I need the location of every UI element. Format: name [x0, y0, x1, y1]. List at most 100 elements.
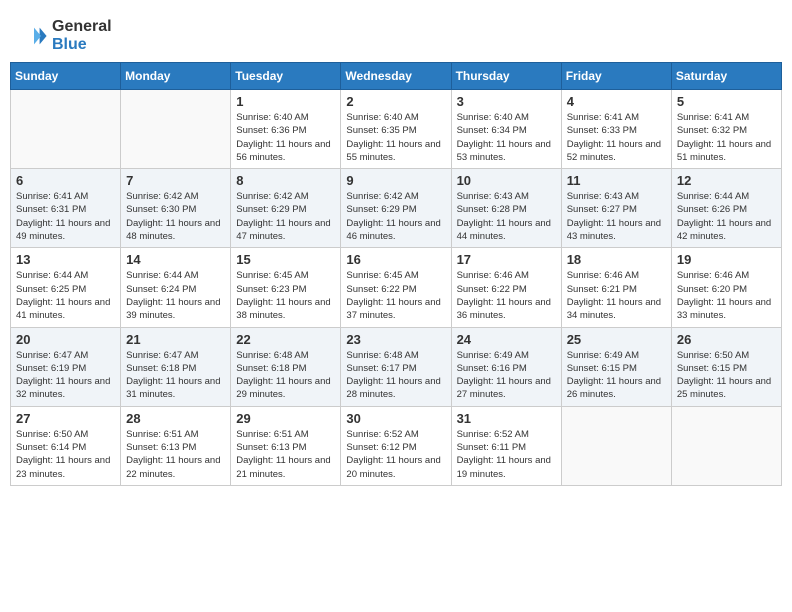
day-number: 17: [457, 252, 556, 267]
day-detail: Sunrise: 6:49 AMSunset: 6:15 PMDaylight:…: [567, 349, 666, 402]
calendar-cell: 6 Sunrise: 6:41 AMSunset: 6:31 PMDaylight…: [11, 169, 121, 248]
calendar-cell: 5 Sunrise: 6:41 AMSunset: 6:32 PMDaylight…: [671, 90, 781, 169]
day-number: 10: [457, 173, 556, 188]
calendar-week-row: 20 Sunrise: 6:47 AMSunset: 6:19 PMDayligh…: [11, 327, 782, 406]
day-detail: Sunrise: 6:40 AMSunset: 6:36 PMDaylight:…: [236, 111, 335, 164]
day-number: 2: [346, 94, 445, 109]
calendar-cell: 23 Sunrise: 6:48 AMSunset: 6:17 PMDayligh…: [341, 327, 451, 406]
calendar-week-row: 13 Sunrise: 6:44 AMSunset: 6:25 PMDayligh…: [11, 248, 782, 327]
day-number: 20: [16, 332, 115, 347]
day-detail: Sunrise: 6:50 AMSunset: 6:14 PMDaylight:…: [16, 428, 115, 481]
day-number: 25: [567, 332, 666, 347]
day-number: 21: [126, 332, 225, 347]
calendar-cell: 13 Sunrise: 6:44 AMSunset: 6:25 PMDayligh…: [11, 248, 121, 327]
calendar-cell: 8 Sunrise: 6:42 AMSunset: 6:29 PMDaylight…: [231, 169, 341, 248]
day-number: 28: [126, 411, 225, 426]
day-number: 3: [457, 94, 556, 109]
day-number: 11: [567, 173, 666, 188]
logo-icon: [20, 22, 48, 50]
day-number: 16: [346, 252, 445, 267]
day-detail: Sunrise: 6:43 AMSunset: 6:28 PMDaylight:…: [457, 190, 556, 243]
day-number: 13: [16, 252, 115, 267]
calendar-cell: 4 Sunrise: 6:41 AMSunset: 6:33 PMDaylight…: [561, 90, 671, 169]
day-detail: Sunrise: 6:47 AMSunset: 6:19 PMDaylight:…: [16, 349, 115, 402]
day-detail: Sunrise: 6:40 AMSunset: 6:34 PMDaylight:…: [457, 111, 556, 164]
calendar-cell: 17 Sunrise: 6:46 AMSunset: 6:22 PMDayligh…: [451, 248, 561, 327]
calendar-cell: 9 Sunrise: 6:42 AMSunset: 6:29 PMDaylight…: [341, 169, 451, 248]
day-detail: Sunrise: 6:49 AMSunset: 6:16 PMDaylight:…: [457, 349, 556, 402]
day-detail: Sunrise: 6:44 AMSunset: 6:26 PMDaylight:…: [677, 190, 776, 243]
calendar-cell: 30 Sunrise: 6:52 AMSunset: 6:12 PMDayligh…: [341, 406, 451, 485]
calendar-cell: [121, 90, 231, 169]
weekday-header: Wednesday: [341, 63, 451, 90]
calendar-cell: [671, 406, 781, 485]
page-header: General Blue: [10, 10, 782, 58]
calendar-cell: 3 Sunrise: 6:40 AMSunset: 6:34 PMDaylight…: [451, 90, 561, 169]
day-number: 7: [126, 173, 225, 188]
day-detail: Sunrise: 6:41 AMSunset: 6:32 PMDaylight:…: [677, 111, 776, 164]
calendar-cell: [561, 406, 671, 485]
day-detail: Sunrise: 6:42 AMSunset: 6:29 PMDaylight:…: [236, 190, 335, 243]
calendar-cell: 20 Sunrise: 6:47 AMSunset: 6:19 PMDayligh…: [11, 327, 121, 406]
day-number: 8: [236, 173, 335, 188]
weekday-header: Friday: [561, 63, 671, 90]
day-detail: Sunrise: 6:51 AMSunset: 6:13 PMDaylight:…: [236, 428, 335, 481]
logo-text: General Blue: [52, 18, 112, 54]
day-detail: Sunrise: 6:52 AMSunset: 6:12 PMDaylight:…: [346, 428, 445, 481]
day-detail: Sunrise: 6:46 AMSunset: 6:21 PMDaylight:…: [567, 269, 666, 322]
calendar-cell: 15Sunrise: 6:45 AMSunset: 6:23 PMDayligh…: [231, 248, 341, 327]
calendar-cell: 18Sunrise: 6:46 AMSunset: 6:21 PMDayligh…: [561, 248, 671, 327]
day-number: 19: [677, 252, 776, 267]
day-number: 6: [16, 173, 115, 188]
day-detail: Sunrise: 6:48 AMSunset: 6:18 PMDaylight:…: [236, 349, 335, 402]
calendar-cell: 2 Sunrise: 6:40 AMSunset: 6:35 PMDaylight…: [341, 90, 451, 169]
day-number: 14: [126, 252, 225, 267]
weekday-header: Monday: [121, 63, 231, 90]
day-detail: Sunrise: 6:45 AMSunset: 6:22 PMDaylight:…: [346, 269, 445, 322]
logo: General Blue: [20, 18, 112, 54]
calendar-cell: 12 Sunrise: 6:44 AMSunset: 6:26 PMDayligh…: [671, 169, 781, 248]
weekday-header: Saturday: [671, 63, 781, 90]
calendar-cell: 31Sunrise: 6:52 AMSunset: 6:11 PMDayligh…: [451, 406, 561, 485]
day-number: 27: [16, 411, 115, 426]
calendar-header-row: SundayMondayTuesdayWednesdayThursdayFrid…: [11, 63, 782, 90]
calendar-cell: 27 Sunrise: 6:50 AMSunset: 6:14 PMDayligh…: [11, 406, 121, 485]
calendar-cell: [11, 90, 121, 169]
day-detail: Sunrise: 6:41 AMSunset: 6:31 PMDaylight:…: [16, 190, 115, 243]
day-number: 1: [236, 94, 335, 109]
day-number: 4: [567, 94, 666, 109]
day-detail: Sunrise: 6:45 AMSunset: 6:23 PMDaylight:…: [236, 269, 335, 322]
calendar-cell: 1 Sunrise: 6:40 AMSunset: 6:36 PMDaylight…: [231, 90, 341, 169]
weekday-header: Thursday: [451, 63, 561, 90]
day-detail: Sunrise: 6:43 AMSunset: 6:27 PMDaylight:…: [567, 190, 666, 243]
calendar-cell: 7Sunrise: 6:42 AMSunset: 6:30 PMDaylight…: [121, 169, 231, 248]
day-detail: Sunrise: 6:51 AMSunset: 6:13 PMDaylight:…: [126, 428, 225, 481]
calendar-cell: 29Sunrise: 6:51 AMSunset: 6:13 PMDayligh…: [231, 406, 341, 485]
day-number: 30: [346, 411, 445, 426]
day-detail: Sunrise: 6:40 AMSunset: 6:35 PMDaylight:…: [346, 111, 445, 164]
weekday-header: Sunday: [11, 63, 121, 90]
day-number: 31: [457, 411, 556, 426]
day-detail: Sunrise: 6:48 AMSunset: 6:17 PMDaylight:…: [346, 349, 445, 402]
day-detail: Sunrise: 6:46 AMSunset: 6:22 PMDaylight:…: [457, 269, 556, 322]
day-detail: Sunrise: 6:44 AMSunset: 6:25 PMDaylight:…: [16, 269, 115, 322]
day-number: 26: [677, 332, 776, 347]
calendar-cell: 16 Sunrise: 6:45 AMSunset: 6:22 PMDayligh…: [341, 248, 451, 327]
day-detail: Sunrise: 6:41 AMSunset: 6:33 PMDaylight:…: [567, 111, 666, 164]
day-number: 12: [677, 173, 776, 188]
calendar-week-row: 1 Sunrise: 6:40 AMSunset: 6:36 PMDaylight…: [11, 90, 782, 169]
calendar-cell: 14Sunrise: 6:44 AMSunset: 6:24 PMDayligh…: [121, 248, 231, 327]
day-number: 24: [457, 332, 556, 347]
day-detail: Sunrise: 6:50 AMSunset: 6:15 PMDaylight:…: [677, 349, 776, 402]
calendar-table: SundayMondayTuesdayWednesdayThursdayFrid…: [10, 62, 782, 486]
calendar-cell: 25 Sunrise: 6:49 AMSunset: 6:15 PMDayligh…: [561, 327, 671, 406]
day-detail: Sunrise: 6:42 AMSunset: 6:29 PMDaylight:…: [346, 190, 445, 243]
calendar-cell: 28 Sunrise: 6:51 AMSunset: 6:13 PMDayligh…: [121, 406, 231, 485]
day-number: 5: [677, 94, 776, 109]
calendar-cell: 26 Sunrise: 6:50 AMSunset: 6:15 PMDayligh…: [671, 327, 781, 406]
day-number: 23: [346, 332, 445, 347]
day-number: 9: [346, 173, 445, 188]
calendar-week-row: 6 Sunrise: 6:41 AMSunset: 6:31 PMDaylight…: [11, 169, 782, 248]
day-detail: Sunrise: 6:46 AMSunset: 6:20 PMDaylight:…: [677, 269, 776, 322]
day-detail: Sunrise: 6:47 AMSunset: 6:18 PMDaylight:…: [126, 349, 225, 402]
